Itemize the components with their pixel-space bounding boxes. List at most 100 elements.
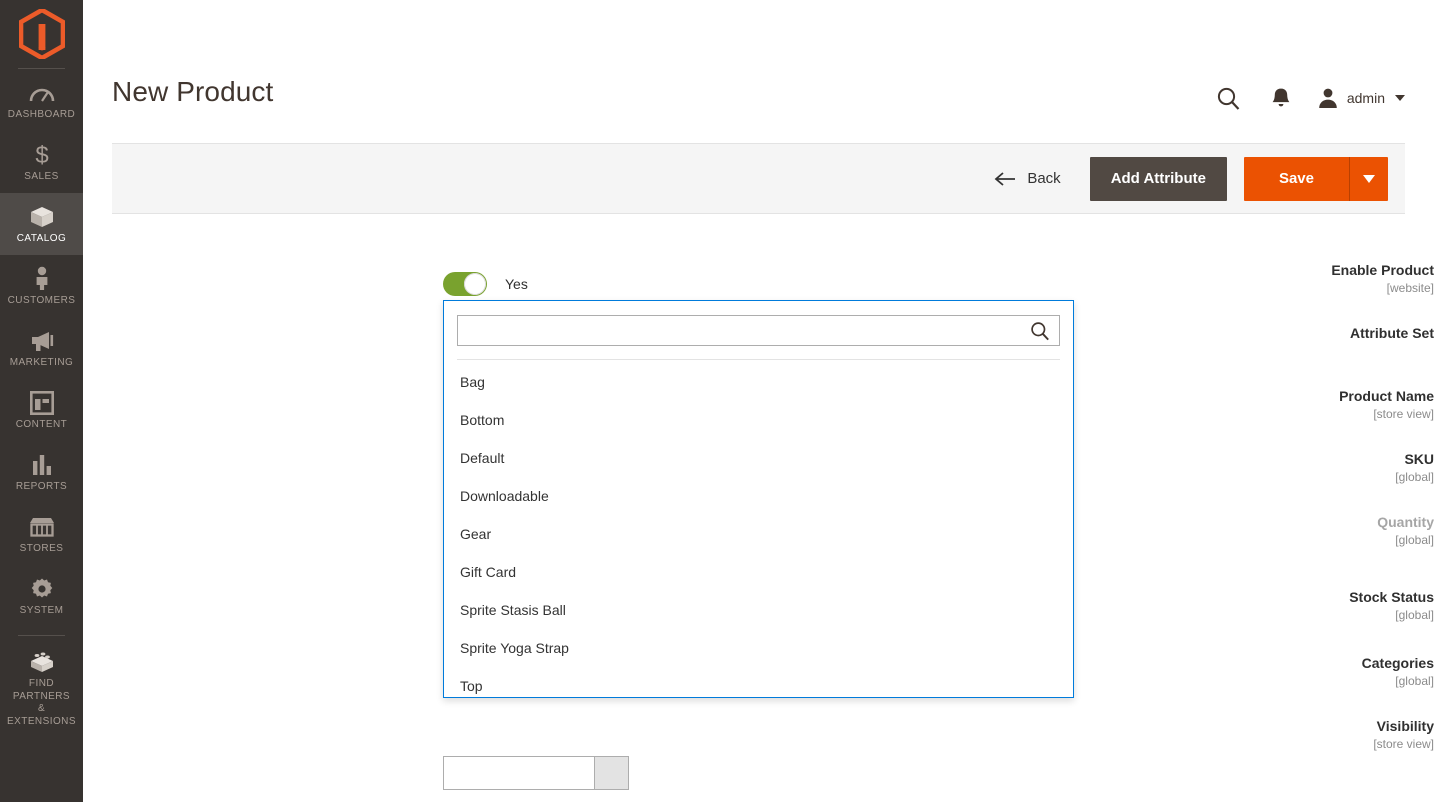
header-actions: admin [1203,78,1405,118]
field-label-enable-product: Enable Product [website] [1084,262,1434,296]
attribute-set-option[interactable]: Sprite Yoga Strap [444,629,1073,667]
label-text: Quantity [1084,514,1434,531]
field-label-product-name: Product Name * [store view] [1084,388,1434,422]
field-label-attribute-set: Attribute Set [1084,325,1434,342]
label-text: Visibility [1084,718,1434,735]
attribute-set-option[interactable]: Gift Card [444,553,1073,591]
sidebar-item-label-line1: Find Partners [2,678,81,703]
attribute-set-option[interactable]: Bag [444,363,1073,401]
magento-logo-icon [19,9,65,59]
admin-account-menu[interactable]: admin [1307,87,1405,109]
field-label-quantity: Quantity [global] [1084,514,1434,548]
enable-product-control: Yes [443,272,528,296]
sidebar-item-dashboard[interactable]: Dashboard [0,69,83,131]
attribute-set-option[interactable]: Downloadable [444,477,1073,515]
sidebar-item-system[interactable]: System [0,565,83,627]
customers-person-icon [2,266,81,291]
admin-account-name: admin [1347,90,1385,106]
label-text: Attribute Set [1084,325,1434,342]
page-actions-toolbar: Back Add Attribute Save [112,143,1405,214]
attribute-set-dropdown-panel: Bag Bottom Default Downloadable Gear Gif… [443,300,1074,698]
enable-product-toggle[interactable] [443,272,487,296]
label-text: Product Name [1084,388,1434,405]
sidebar-item-label: Customers [2,295,81,307]
attribute-set-option[interactable]: Bottom [444,401,1073,439]
magento-logo[interactable] [0,0,83,68]
main-content-area: New Product admin [83,0,1434,802]
sidebar-item-reports[interactable]: Reports [0,441,83,503]
global-search-button[interactable] [1203,78,1255,118]
notifications-button[interactable] [1255,78,1307,118]
sidebar-item-catalog[interactable]: Catalog [0,193,83,255]
save-options-button[interactable] [1350,157,1388,201]
label-scope: [global] [1084,607,1434,623]
sidebar-item-label: Sales [2,171,81,183]
marketing-megaphone-icon [2,328,81,353]
sidebar-item-label: System [2,605,81,617]
attribute-set-search-row [444,301,1073,346]
sidebar-item-label: Content [2,419,81,431]
sidebar-item-sales[interactable]: $ Sales [0,131,83,193]
sidebar-item-label: Reports [2,481,81,493]
label-scope: [global] [1084,673,1434,689]
back-button[interactable]: Back [994,170,1060,187]
sidebar-item-label: Dashboard [2,109,81,121]
save-split-button: Save [1244,157,1388,201]
label-scope: [website] [1084,280,1434,296]
reports-bars-icon [2,452,81,477]
sidebar-item-label-line2: & Extensions [2,703,81,728]
sales-dollar-icon: $ [2,142,81,167]
save-button[interactable]: Save [1244,157,1350,201]
attribute-set-search-box [457,315,1060,346]
stores-storefront-icon [2,514,81,539]
label-text: Stock Status [1084,589,1434,606]
chevron-down-icon [1395,95,1405,101]
admin-sidebar: Dashboard $ Sales Catalog [0,0,83,802]
label-text: Enable Product [1084,262,1434,279]
sidebar-item-customers[interactable]: Customers [0,255,83,317]
sidebar-item-label: Stores [2,543,81,555]
attribute-set-option[interactable]: Gear [444,515,1073,553]
product-form: Enable Product [website] Yes Attribute S… [83,262,1434,781]
catalog-box-icon [2,204,81,229]
bell-icon [1271,87,1291,110]
label-scope: [global] [1084,469,1434,485]
arrow-left-icon [994,172,1016,186]
toggle-knob [464,273,486,295]
label-text: Categories [1084,655,1434,672]
dashboard-icon [2,80,81,105]
search-icon [1216,86,1241,111]
content-layout-icon [2,390,81,415]
chevron-down-icon [1363,175,1375,183]
label-scope: [store view] [1084,406,1434,422]
add-attribute-button[interactable]: Add Attribute [1090,157,1227,201]
user-avatar-icon [1317,87,1339,109]
back-button-label: Back [1027,170,1060,187]
page-title: New Product [112,76,273,108]
sidebar-item-label: Catalog [2,233,81,245]
sidebar-item-marketing[interactable]: Marketing [0,317,83,379]
attribute-set-option[interactable]: Top [444,667,1073,698]
field-label-categories: Categories [global] [1084,655,1434,689]
attribute-set-option[interactable]: Sprite Stasis Ball [444,591,1073,629]
attribute-set-option[interactable]: Default [444,439,1073,477]
categories-multiselect-toggle[interactable] [594,757,628,789]
system-gear-icon [2,576,81,601]
categories-multiselect-partial[interactable] [443,756,629,790]
attribute-set-option-list: Bag Bottom Default Downloadable Gear Gif… [444,360,1073,698]
search-icon [1030,321,1050,346]
field-visibility: Visibility [store view] [83,718,1434,781]
enable-product-toggle-state: Yes [505,276,528,292]
field-label-stock-status: Stock Status [global] [1084,589,1434,623]
label-scope: [global] [1084,532,1434,548]
categories-multiselect-input[interactable] [444,757,594,789]
magento-admin-new-product-page: Dashboard $ Sales Catalog [0,0,1434,802]
svg-text:$: $ [35,142,48,168]
field-label-visibility: Visibility [store view] [1084,718,1434,752]
label-scope: [store view] [1084,736,1434,752]
sidebar-item-content[interactable]: Content [0,379,83,441]
extensions-brick-icon [2,649,81,674]
sidebar-item-find-partners-extensions[interactable]: Find Partners & Extensions [0,636,83,738]
attribute-set-search-input[interactable] [458,316,1059,345]
sidebar-item-stores[interactable]: Stores [0,503,83,565]
